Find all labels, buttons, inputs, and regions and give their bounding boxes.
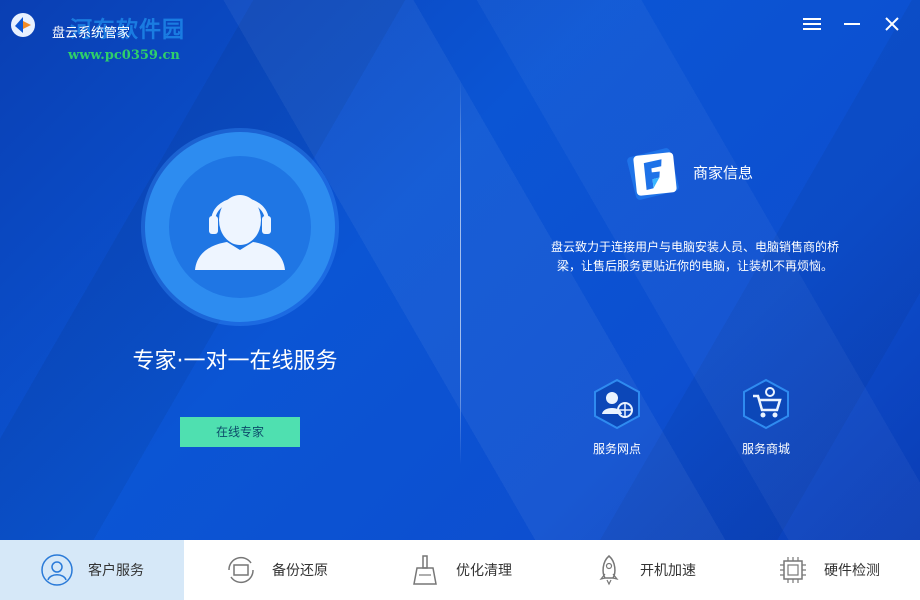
nav-optimize-clean[interactable]: 优化清理 — [368, 540, 552, 600]
nav-label: 客户服务 — [88, 563, 144, 579]
rocket-icon — [599, 555, 619, 586]
panel-divider — [460, 80, 461, 465]
nav-label: 备份还原 — [272, 563, 328, 579]
minimize-icon — [844, 23, 860, 25]
nav-label: 优化清理 — [456, 563, 512, 579]
broom-icon — [413, 555, 437, 585]
online-expert-button[interactable]: 在线专家 — [180, 417, 300, 447]
close-icon — [885, 17, 899, 31]
expert-avatar — [145, 132, 335, 322]
merchant-title: 商家信息 — [693, 164, 754, 182]
app-title: 盘云系统管家 — [52, 26, 131, 41]
nav-label: 硬件检测 — [824, 563, 880, 579]
service-mall-icon — [743, 378, 789, 430]
backup-restore-icon — [228, 556, 254, 584]
close-button[interactable] — [880, 12, 904, 36]
service-outlet-icon — [594, 378, 640, 430]
menu-button[interactable] — [800, 12, 824, 36]
merchant-info-icon — [625, 148, 681, 200]
app-logo-icon — [10, 12, 36, 38]
minimize-button[interactable] — [840, 12, 864, 36]
title-bar[interactable]: 河东软件园 盘云系统管家 www.pc0359.cn — [0, 0, 920, 63]
service-mall-label: 服务商城 — [741, 442, 790, 456]
nav-customer-service[interactable]: 客户服务 — [0, 540, 184, 600]
service-mall-button[interactable]: 服务商城 — [726, 378, 806, 457]
customer-service-icon — [41, 554, 73, 586]
service-outlets-label: 服务网点 — [592, 442, 641, 456]
nav-backup-restore[interactable]: 备份还原 — [184, 540, 368, 600]
service-outlets-button[interactable]: 服务网点 — [577, 378, 657, 457]
headset-person-icon — [195, 195, 285, 270]
service-slogan: 专家·一对一在线服务 — [132, 349, 338, 374]
chip-icon — [780, 557, 806, 583]
bottom-nav: 客户服务 备份还原 优化清理 开机加速 硬件检测 — [0, 540, 920, 600]
nav-label: 开机加速 — [640, 563, 696, 579]
hamburger-icon — [803, 18, 821, 30]
merchant-description: 盘云致力于连接用户与电脑安装人员、电脑销售商的桥 梁，让售后服务更贴近你的电脑，… — [550, 240, 839, 273]
nav-boot-speed[interactable]: 开机加速 — [552, 540, 736, 600]
watermark-url: www.pc0359.cn — [68, 48, 180, 63]
nav-hardware-check[interactable]: 硬件检测 — [736, 540, 920, 600]
app-window: 河东软件园 盘云系统管家 www.pc0359.cn 专家·一对一在线服务 在线… — [0, 0, 920, 600]
